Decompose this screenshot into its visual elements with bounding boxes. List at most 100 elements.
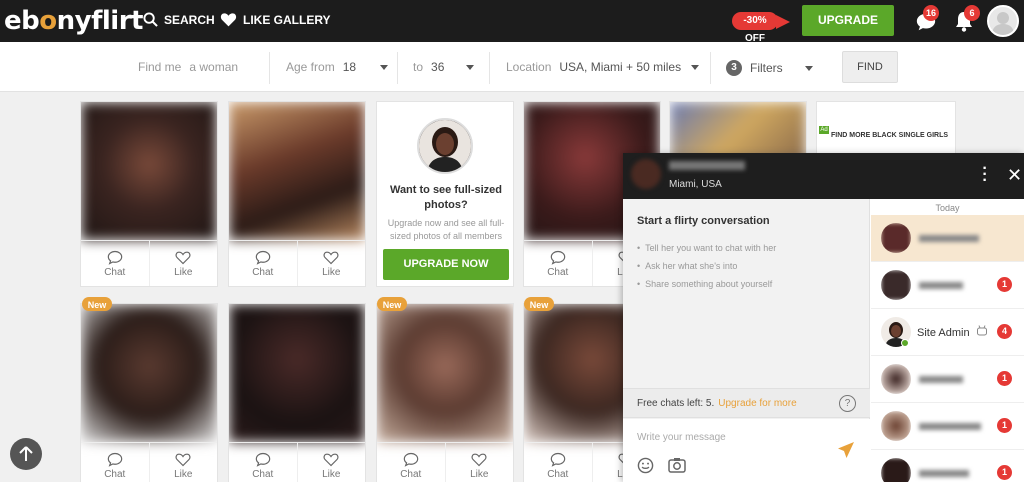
unread-count-badge: 1 (997, 277, 1012, 292)
contact-row[interactable]: 1 (871, 356, 1024, 403)
find-me-filter[interactable]: Find me a woman (138, 60, 238, 74)
send-icon[interactable] (837, 441, 855, 459)
arrow-right-icon (776, 15, 790, 29)
scroll-to-top-button[interactable] (10, 438, 42, 470)
find-me-value: a woman (189, 60, 239, 74)
chat-label: Chat (547, 266, 569, 278)
close-icon[interactable]: ✕ (1007, 165, 1022, 186)
chat-button[interactable]: Chat (229, 241, 297, 286)
like-button[interactable]: Like (148, 241, 218, 286)
conversation-title: Start a flirty conversation (637, 215, 770, 227)
chevron-down-icon (466, 64, 475, 70)
profile-card[interactable]: Chat Like (376, 303, 514, 482)
filters-select[interactable]: 3 Filters (726, 60, 813, 76)
conversation-tips: Tell her you want to chat with her Ask h… (637, 239, 776, 293)
new-badge: New (377, 297, 407, 311)
age-to-label: to (413, 60, 424, 74)
contact-name: Site Admin (917, 325, 988, 339)
profile-card[interactable]: Chat Like (80, 101, 218, 287)
like-label: Like (470, 468, 489, 480)
notifications-button[interactable]: 6 (952, 5, 980, 34)
contact-name (919, 282, 963, 289)
user-avatar[interactable] (987, 5, 1019, 37)
more-options-icon[interactable]: · · · (981, 161, 989, 189)
contact-row[interactable]: 1 (871, 403, 1024, 450)
location-label: Location (506, 60, 552, 74)
heart-icon (175, 453, 191, 466)
like-button[interactable]: Like (296, 241, 366, 286)
today-label: Today (935, 203, 960, 213)
robot-icon (976, 325, 987, 336)
chat-button[interactable]: Chat (524, 443, 592, 482)
age-from-label: Age from (286, 60, 335, 74)
contact-avatar (881, 364, 911, 394)
chat-label: Chat (547, 468, 569, 480)
camera-icon[interactable] (668, 457, 686, 473)
profile-photo[interactable] (229, 304, 365, 442)
chat-bubble-icon (550, 250, 566, 265)
chat-partner-location: Miami, USA (669, 179, 722, 190)
like-button[interactable]: Like (148, 443, 218, 482)
ad-banner[interactable]: Ad FIND MORE BLACK SINGLE GIRLS (816, 101, 956, 161)
free-chats-bar: Free chats left: 5. Upgrade for more ? (623, 388, 870, 418)
profile-card[interactable]: Chat Like (228, 101, 366, 287)
age-to-select[interactable]: to 36 (413, 60, 475, 74)
chat-button[interactable]: Chat (81, 241, 149, 286)
contact-name (919, 423, 981, 430)
logo[interactable]: ebonyflirt (4, 6, 143, 36)
card-actions: Chat Like (81, 442, 217, 482)
messages-button[interactable]: 16 (913, 5, 940, 34)
profile-card[interactable]: Chat Like (80, 303, 218, 482)
upgrade-for-more-link[interactable]: Upgrade for more (718, 398, 796, 409)
upgrade-now-button[interactable]: UPGRADE NOW (802, 5, 894, 58)
profile-card[interactable]: Chat Like (228, 303, 366, 482)
age-from-select[interactable]: Age from 18 (286, 60, 389, 74)
chat-bubble-icon (255, 452, 271, 467)
like-label: Like (322, 468, 341, 480)
profile-photo[interactable] (81, 102, 217, 240)
find-button[interactable]: FIND (842, 51, 898, 83)
logo-text-1: eb (4, 6, 40, 36)
chat-label: Chat (104, 266, 126, 278)
divider (489, 52, 490, 84)
chat-partner-avatar[interactable] (631, 159, 661, 189)
chat-button[interactable]: Chat (524, 241, 592, 286)
chat-label: Chat (400, 468, 422, 480)
help-icon[interactable]: ? (839, 395, 856, 412)
chat-button[interactable]: Chat (229, 443, 297, 482)
like-gallery-nav-link[interactable]: LIKE GALLERY (220, 12, 331, 27)
contact-row[interactable]: Site Admin 4 (871, 309, 1024, 356)
emoji-icon[interactable] (637, 457, 654, 474)
message-input[interactable]: Write your message (623, 419, 870, 482)
heart-icon (323, 251, 339, 264)
contact-avatar (881, 458, 911, 482)
filters-count-badge: 3 (726, 60, 742, 76)
tip-item: Tell her you want to chat with her (637, 239, 776, 257)
search-nav-label: SEARCH (164, 12, 215, 27)
like-button[interactable]: Like (296, 443, 366, 482)
message-placeholder: Write your message (637, 432, 726, 443)
chat-button[interactable]: Chat (377, 443, 445, 482)
conversation-pane: Start a flirty conversation Tell her you… (623, 199, 870, 482)
discount-badge: -30% OFF (732, 12, 778, 44)
like-button[interactable]: Like (444, 443, 514, 482)
promo-upgrade-button[interactable]: UPGRADE NOW (383, 249, 509, 280)
contact-row[interactable]: 1 (871, 450, 1024, 482)
contact-row[interactable]: 1 (871, 262, 1024, 309)
heart-icon (220, 13, 237, 27)
arrow-up-icon (19, 446, 33, 461)
profile-photo[interactable] (377, 304, 513, 442)
chat-button[interactable]: Chat (81, 443, 149, 482)
online-status-indicator (901, 339, 909, 347)
profile-photo[interactable] (229, 102, 365, 240)
chat-bubble-icon (255, 250, 271, 265)
contact-row[interactable] (871, 215, 1024, 262)
tip-item: Ask her what she's into (637, 257, 776, 275)
search-nav-link[interactable]: SEARCH (143, 12, 215, 27)
profile-card[interactable] (669, 101, 807, 161)
promo-subtitle: Upgrade now and see all full-sized photo… (387, 218, 505, 241)
card-actions: Chat Like (377, 442, 513, 482)
location-select[interactable]: Location USA, Miami + 50 miles (506, 60, 700, 74)
chat-bubble-icon (107, 452, 123, 467)
profile-photo[interactable] (81, 304, 217, 442)
